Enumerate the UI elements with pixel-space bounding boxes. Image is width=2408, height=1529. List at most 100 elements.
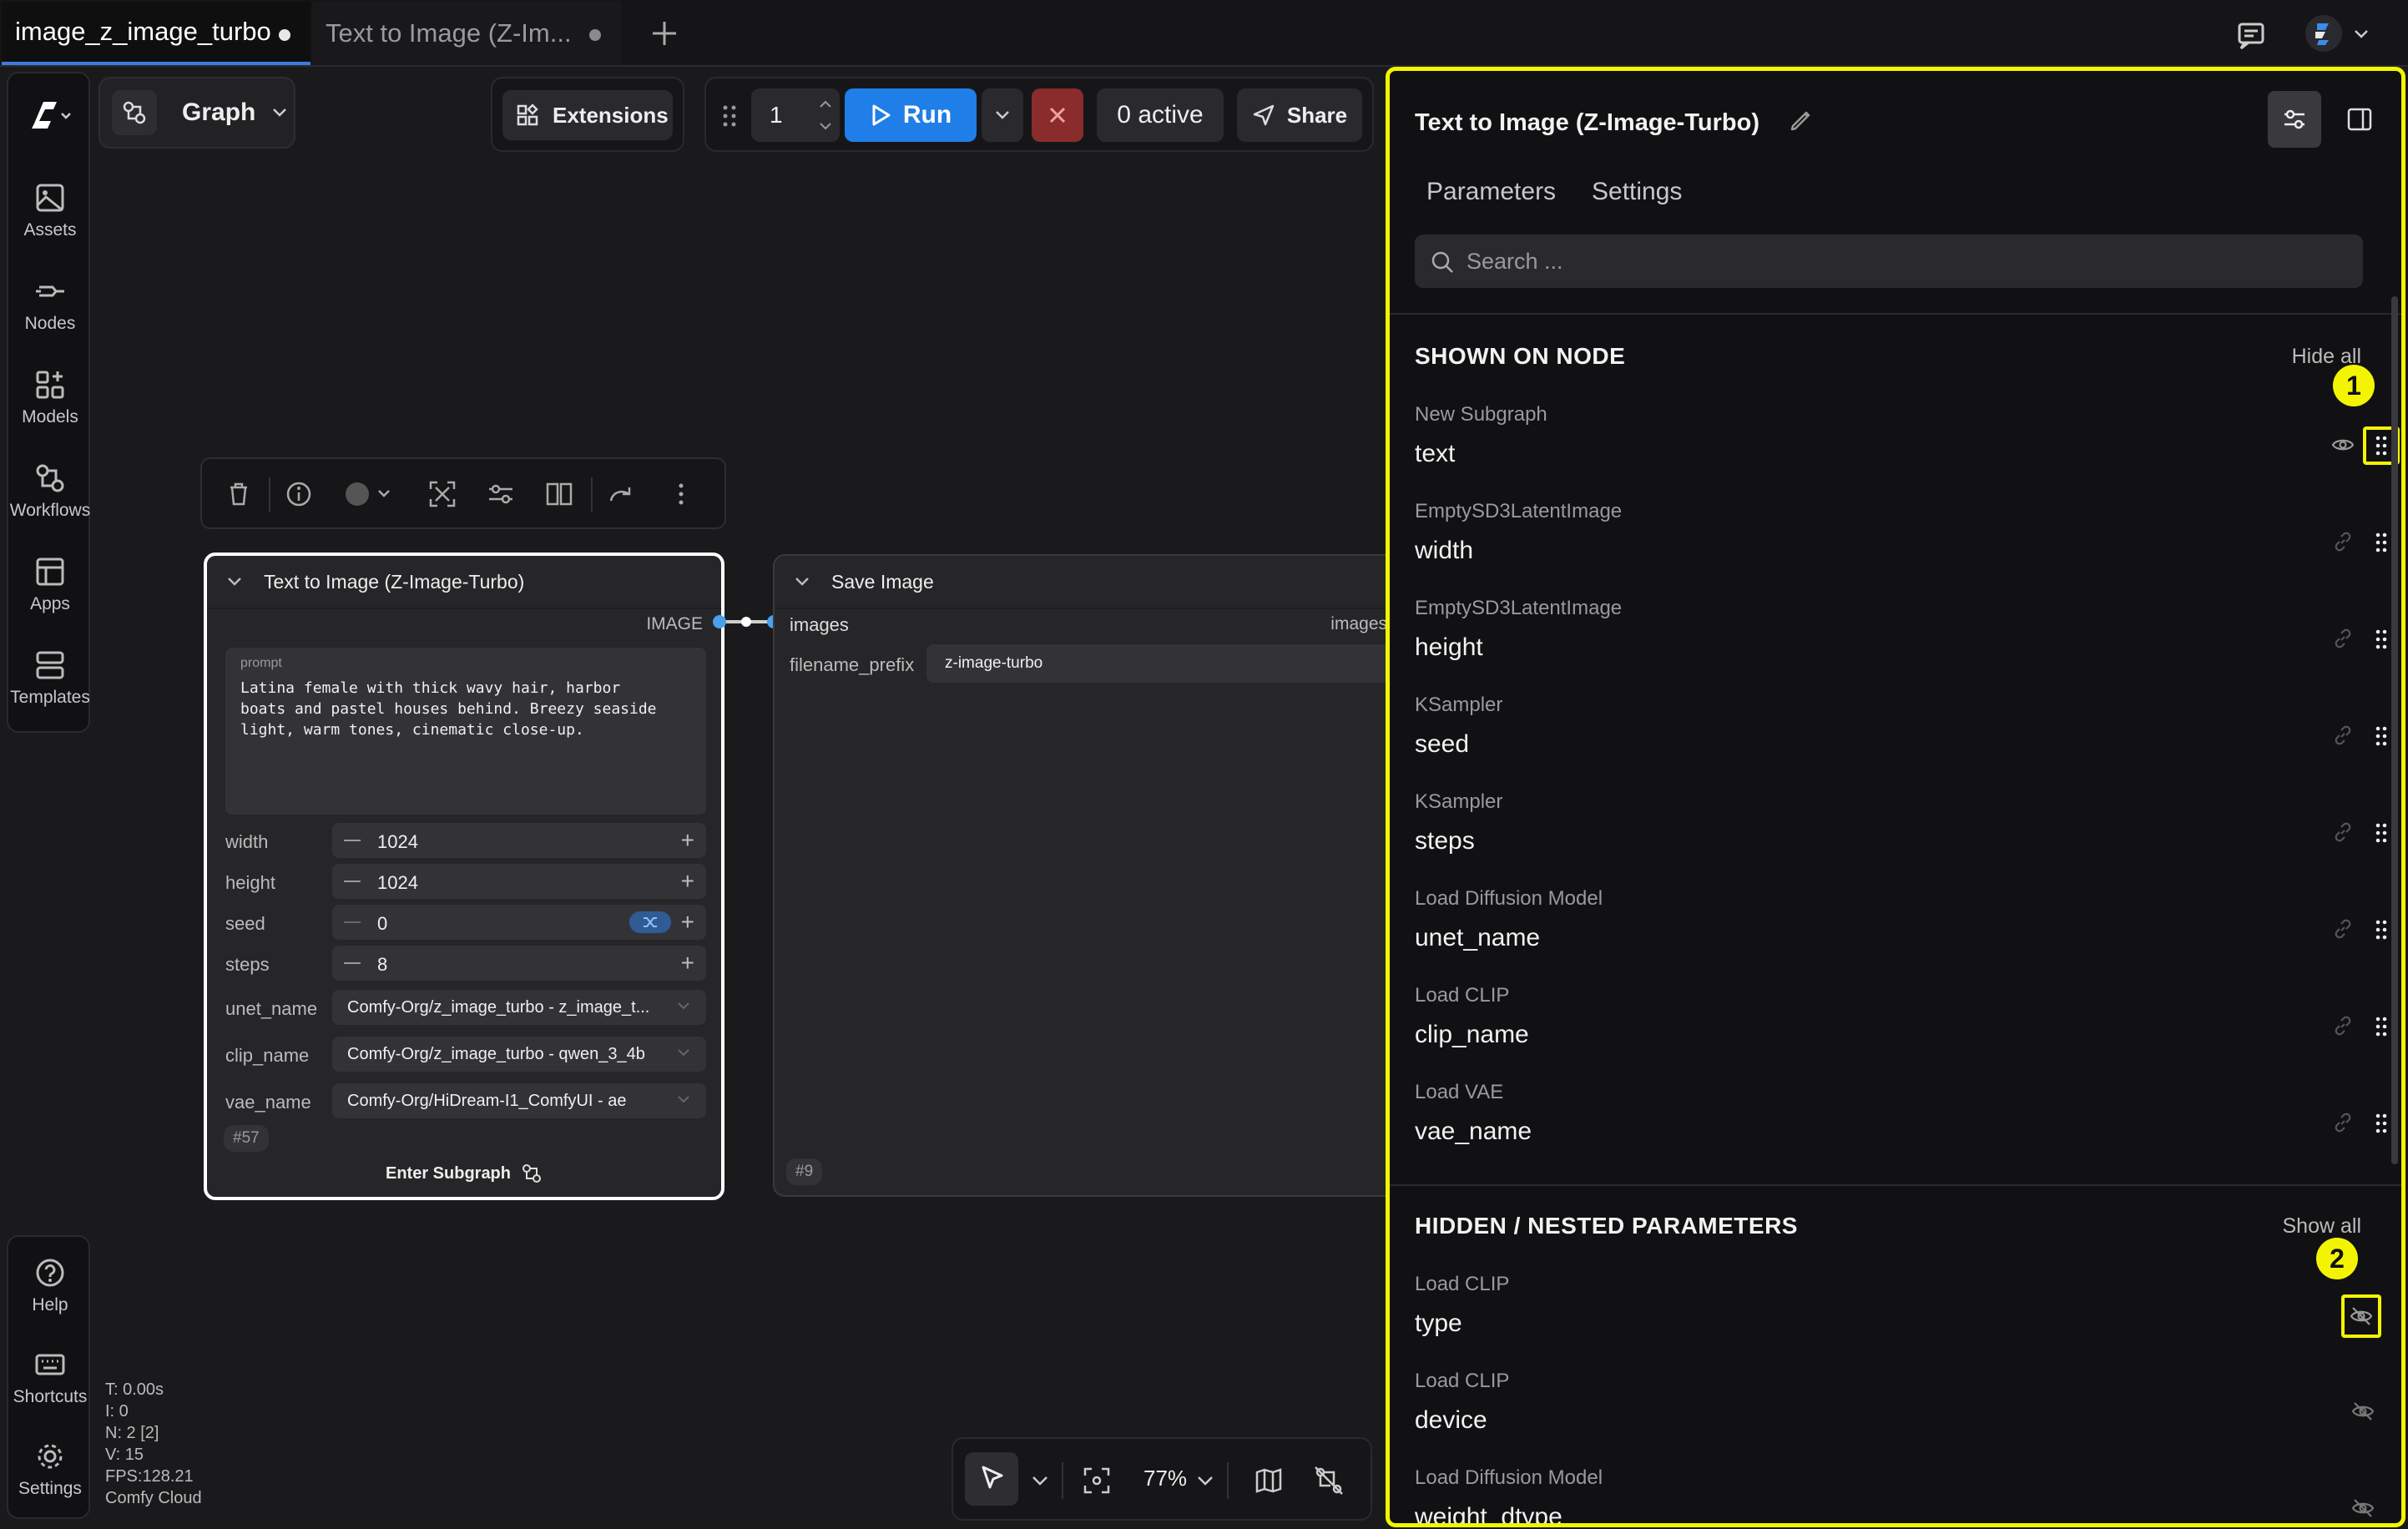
sliders-icon[interactable] [484, 477, 517, 511]
param-row-unet-name[interactable]: Load Diffusion Model unet_name [1415, 887, 2387, 984]
fit-view-icon[interactable] [426, 477, 459, 511]
run-options-button[interactable] [982, 88, 1023, 142]
sidebar-item-nodes[interactable]: Nodes [8, 275, 92, 334]
clip-name-select[interactable]: Comfy-Org/z_image_turbo - qwen_3_4b [332, 1037, 706, 1072]
param-name: width [1415, 537, 1474, 564]
randomize-toggle[interactable] [629, 911, 671, 933]
save-image-node[interactable]: Save Image images images filename_prefix… [773, 554, 1394, 1197]
eye-icon[interactable] [2326, 428, 2360, 462]
param-row-width[interactable]: EmptySD3LatentImage width [1415, 500, 2387, 597]
parameters-view-button[interactable] [2268, 91, 2321, 148]
param-row-type[interactable]: Load CLIP type [1415, 1273, 2383, 1370]
link-icon[interactable] [2326, 815, 2360, 849]
plus-icon[interactable]: + [681, 911, 694, 934]
parameter-search[interactable] [1415, 235, 2363, 288]
sidebar-item-workflows[interactable]: Workflows [8, 462, 92, 521]
graph-mode-label: Graph [182, 98, 256, 126]
param-row-clip-name[interactable]: Load CLIP clip_name [1415, 984, 2387, 1081]
chat-icon[interactable] [2230, 13, 2272, 55]
chevron-down-icon[interactable] [1195, 1471, 1215, 1491]
comfy-logo[interactable] [25, 98, 75, 139]
minimap-icon[interactable] [1252, 1464, 1285, 1497]
height-number-input[interactable]: 1024 + [332, 864, 706, 899]
color-picker-icon[interactable] [341, 477, 399, 511]
minus-icon[interactable] [344, 840, 361, 841]
extensions-button[interactable]: Extensions [502, 90, 673, 140]
book-icon[interactable] [543, 477, 576, 511]
sidebar-item-shortcuts[interactable]: Shortcuts [8, 1349, 92, 1407]
param-row-seed[interactable]: KSampler seed [1415, 694, 2387, 790]
chevron-down-icon[interactable] [2352, 25, 2370, 43]
sidebar-item-assets[interactable]: Assets [8, 182, 92, 240]
sidebar-item-help[interactable]: Help [8, 1257, 92, 1315]
param-row-vae-name[interactable]: Load VAE vae_name [1415, 1081, 2387, 1178]
steps-number-input[interactable]: 8 + [332, 946, 706, 981]
cancel-run-button[interactable] [1032, 88, 1083, 142]
prompt-textarea[interactable]: prompt Latina female with thick wavy hai… [225, 648, 706, 815]
pencil-icon[interactable] [1787, 106, 1815, 134]
subgraph-node[interactable]: Text to Image (Z-Image-Turbo) IMAGE prom… [204, 553, 724, 1200]
filename-prefix-input[interactable]: z-image-turbo [926, 644, 1394, 683]
more-vertical-icon[interactable] [664, 477, 698, 511]
selection-toolbox [200, 457, 726, 529]
width-number-input[interactable]: 1024 + [332, 823, 706, 858]
link-icon[interactable] [2326, 1009, 2360, 1042]
tab-image-z-image-turbo[interactable]: image_z_image_turbo [2, 2, 310, 65]
chevron-down-icon[interactable] [225, 573, 244, 591]
node-header[interactable]: Text to Image (Z-Image-Turbo) [207, 556, 721, 609]
graph-mode-button[interactable]: Graph [98, 77, 295, 149]
chevron-down-icon[interactable] [1030, 1471, 1050, 1491]
info-icon[interactable] [282, 477, 316, 511]
param-row-device[interactable]: Load CLIP device [1415, 1370, 2383, 1466]
minus-icon[interactable] [344, 962, 361, 964]
sidebar-item-templates[interactable]: Templates [8, 649, 92, 708]
link-icon[interactable] [2326, 912, 2360, 946]
share-button[interactable]: Share [1237, 88, 1362, 142]
plus-icon[interactable] [643, 12, 686, 55]
tab-text-to-image[interactable]: Text to Image (Z-Im... [312, 2, 621, 65]
hide-links-icon[interactable] [1312, 1464, 1345, 1497]
eye-off-icon[interactable] [2346, 1395, 2380, 1428]
show-all-button[interactable]: Show all [2283, 1214, 2362, 1239]
active-queue-button[interactable]: 0 active [1097, 88, 1224, 142]
unet-name-select[interactable]: Comfy-Org/z_image_turbo - z_image_t... [332, 990, 706, 1025]
run-button[interactable]: Run [845, 88, 977, 142]
tab-settings[interactable]: Settings [1592, 178, 1682, 206]
zoom-level[interactable]: 77% [1143, 1466, 1187, 1491]
queue-count-stepper[interactable]: 1 [751, 88, 840, 142]
link-icon[interactable] [2326, 525, 2360, 558]
focus-icon[interactable] [1080, 1464, 1113, 1497]
plus-icon[interactable]: + [681, 829, 694, 852]
eye-off-icon[interactable] [2341, 1294, 2381, 1338]
tab-parameters[interactable]: Parameters [1426, 178, 1556, 206]
minus-icon[interactable] [344, 881, 361, 882]
redo-icon[interactable] [604, 477, 638, 511]
sidebar-item-models[interactable]: Models [8, 369, 92, 427]
param-row-steps[interactable]: KSampler steps [1415, 790, 2387, 887]
select-tool-button[interactable] [965, 1452, 1018, 1506]
sidebar-item-apps[interactable]: Apps [8, 556, 92, 614]
link-icon[interactable] [2326, 622, 2360, 655]
param-row-weight-dtype[interactable]: Load Diffusion Model weight_dtype [1415, 1466, 2383, 1523]
toggle-panel-button[interactable] [2333, 91, 2386, 148]
param-row-height[interactable]: EmptySD3LatentImage height [1415, 597, 2387, 694]
seed-number-input[interactable]: 0 + [332, 905, 706, 940]
vae-name-select[interactable]: Comfy-Org/HiDream-I1_ComfyUI - ae [332, 1083, 706, 1118]
search-input[interactable] [1467, 243, 2343, 280]
node-header[interactable]: Save Image [775, 556, 1386, 609]
panel-scrollbar[interactable] [2391, 296, 2398, 1164]
link-icon[interactable] [2326, 1106, 2360, 1139]
user-avatar[interactable] [2305, 15, 2342, 52]
enter-subgraph-button[interactable]: Enter Subgraph [207, 1157, 721, 1190]
param-row-text[interactable]: New Subgraph text [1415, 403, 2400, 500]
minus-icon[interactable] [344, 921, 361, 923]
stepper-arrows-icon[interactable] [818, 95, 833, 135]
chevron-down-icon[interactable] [793, 573, 811, 591]
link-icon[interactable] [2326, 719, 2360, 752]
sidebar-item-settings[interactable]: Settings [8, 1441, 92, 1499]
plus-icon[interactable]: + [681, 951, 694, 975]
drag-handle-icon[interactable] [721, 103, 738, 129]
eye-off-icon[interactable] [2346, 1491, 2380, 1523]
plus-icon[interactable]: + [681, 870, 694, 893]
trash-icon[interactable] [222, 477, 255, 511]
